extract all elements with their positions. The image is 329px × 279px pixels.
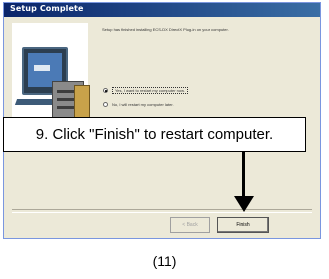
title-bar: Setup Complete (4, 3, 320, 17)
keyboard-icon (14, 99, 58, 105)
finish-button[interactable]: Finish (217, 217, 269, 233)
setup-message: Setup has finished installing ECS-DX Dir… (102, 27, 229, 32)
back-button[interactable]: < Back (170, 217, 210, 233)
restart-later-option[interactable]: No, I will restart my computer later. (103, 102, 174, 107)
radio-button-unchecked[interactable] (103, 102, 108, 107)
dialog-title: Setup Complete (10, 4, 84, 13)
restart-now-label: Yes, I want to restart my computer now. (112, 87, 188, 94)
restart-now-option[interactable]: Yes, I want to restart my computer now. (103, 87, 188, 94)
arrow-down-icon (234, 196, 254, 212)
arrow-shaft (242, 152, 245, 198)
instruction-callout: 9. Click "Finish" to restart computer. (3, 117, 306, 152)
figure-caption: (11) (152, 253, 177, 269)
separator (12, 209, 312, 213)
restart-later-label: No, I will restart my computer later. (112, 102, 174, 107)
radio-button-checked[interactable] (103, 88, 108, 93)
